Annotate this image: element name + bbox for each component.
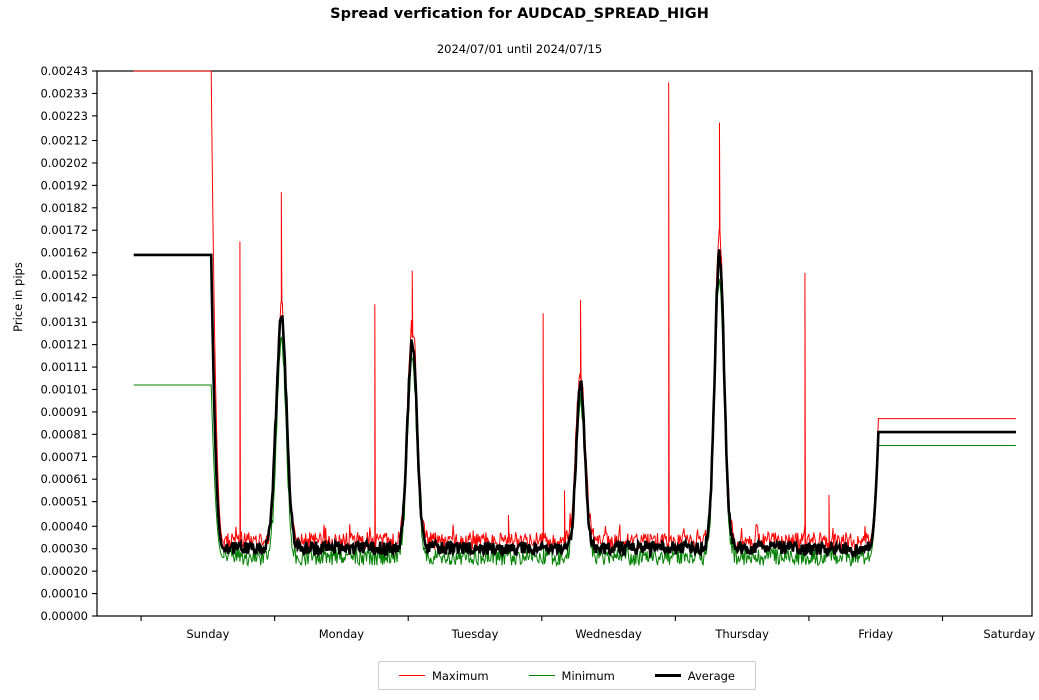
x-axis-tick-label: Wednesday	[575, 627, 642, 641]
y-axis-tick-label: 0.00223	[40, 109, 88, 123]
y-axis-tick-label: 0.00202	[40, 156, 88, 170]
y-axis-tick-label: 0.00152	[40, 268, 88, 282]
legend-label-average: Average	[687, 668, 735, 683]
series-line-average	[133, 249, 1016, 560]
y-axis-tick-label: 0.00040	[40, 519, 88, 533]
y-axis-tick-label: 0.00051	[40, 495, 88, 509]
y-axis-tick-label: 0.00030	[40, 542, 88, 556]
chart-legend: Maximum Minimum Average	[378, 661, 756, 690]
y-axis-tick-label: 0.00243	[40, 64, 88, 78]
y-axis-tick-label: 0.00081	[40, 427, 88, 441]
series-line-minimum	[133, 278, 1016, 568]
y-axis-tick-label: 0.00142	[40, 291, 88, 305]
y-axis-tick-label: 0.00020	[40, 564, 88, 578]
legend-label-minimum: Minimum	[561, 668, 615, 683]
x-axis-tick-label: Thursday	[714, 627, 769, 641]
y-axis-tick-label: 0.00212	[40, 134, 88, 148]
y-axis-tick-label: 0.00233	[40, 86, 88, 100]
y-axis-tick-label: 0.00172	[40, 223, 88, 237]
legend-swatch-minimum	[528, 675, 555, 676]
x-axis-tick-label: Friday	[858, 627, 893, 641]
y-axis-tick-label: 0.00000	[40, 609, 88, 623]
y-axis-tick-label: 0.00061	[40, 472, 88, 486]
y-axis-tick-label: 0.00192	[40, 178, 88, 192]
legend-label-maximum: Maximum	[431, 668, 489, 683]
chart-figure: Spread verfication for AUDCAD_SPREAD_HIG…	[0, 0, 1039, 700]
x-axis-tick-label: Monday	[319, 627, 365, 641]
y-axis-tick-label: 0.00182	[40, 201, 88, 215]
legend-item-maximum: Maximum	[398, 668, 489, 683]
legend-item-average: Average	[654, 668, 735, 683]
y-axis-tick-label: 0.00071	[40, 450, 88, 464]
plot-area: 0.00000 0.00010 0.00020 0.00030 0.00040 0.000…	[40, 64, 1035, 641]
y-axis-tick-label: 0.00101	[40, 382, 88, 396]
y-axis-tick-label: 0.00162	[40, 246, 88, 260]
y-axis-tick-label: 0.00111	[40, 360, 88, 374]
y-axis-tick-label: 0.00091	[40, 405, 88, 419]
legend-swatch-average	[654, 674, 681, 677]
legend-swatch-maximum	[398, 675, 425, 676]
x-axis-tick-label: Sunday	[186, 627, 229, 641]
y-axis-tick-label: 0.00010	[40, 587, 88, 601]
y-axis-tick-label: 0.00121	[40, 338, 88, 352]
legend-item-minimum: Minimum	[528, 668, 615, 683]
y-axis-tick-label: 0.00131	[40, 315, 88, 329]
x-axis-tick-label: Tuesday	[451, 627, 499, 641]
x-axis-tick-label: Saturday	[983, 627, 1035, 641]
